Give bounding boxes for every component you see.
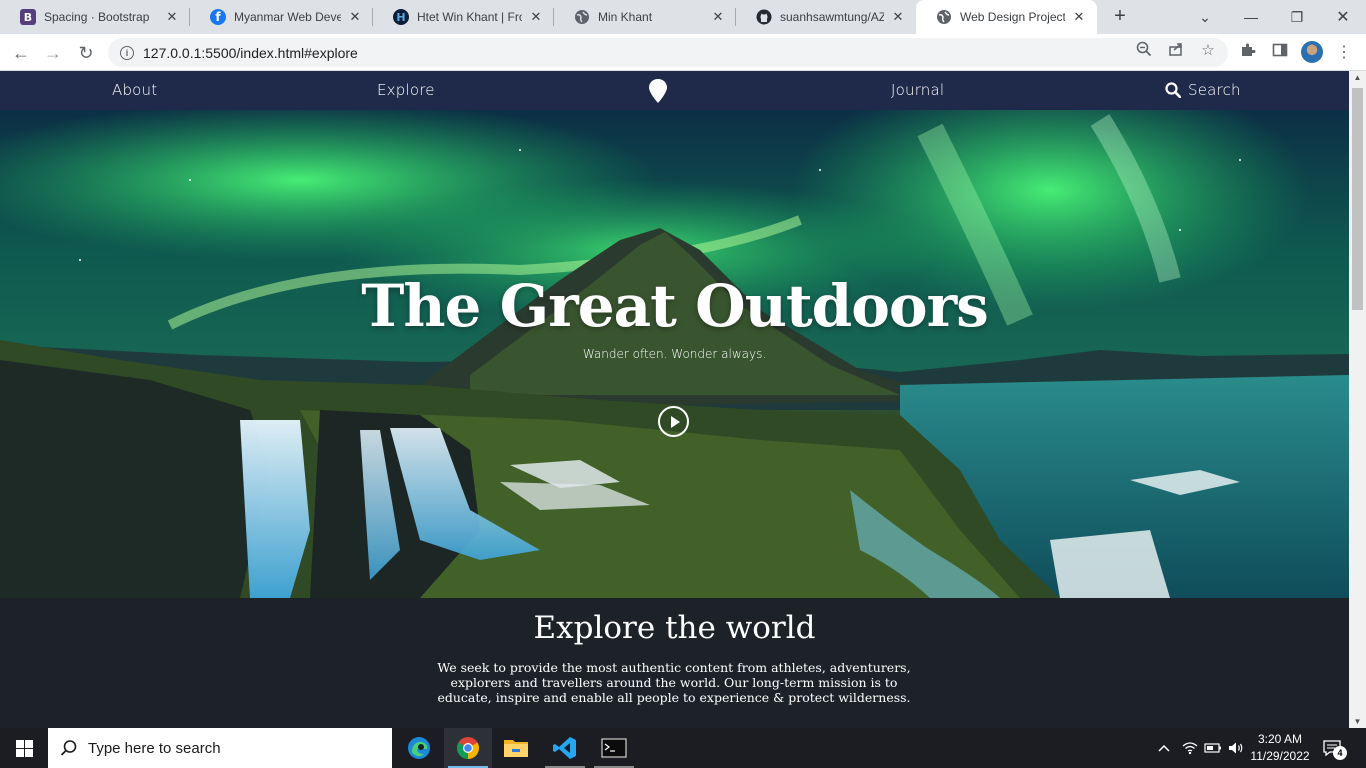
taskbar-search-placeholder: Type here to search: [88, 739, 221, 757]
url-text: 127.0.0.1:5500/index.html#explore: [143, 44, 358, 61]
bookmark-star-icon[interactable]: ☆: [1198, 41, 1218, 61]
close-icon[interactable]: ✕: [164, 9, 180, 25]
volume-icon[interactable]: [1226, 728, 1246, 768]
play-icon: [670, 415, 680, 428]
tab-title: suanhsawmtung/AZ-N: [780, 10, 884, 24]
clock-time: 3:20 AM: [1257, 732, 1303, 746]
portfolio-icon: H: [393, 9, 409, 25]
notification-count-badge: 4: [1333, 746, 1347, 760]
globe-icon: [936, 9, 952, 25]
globe-icon: [574, 9, 590, 25]
edge-app-icon[interactable]: [395, 728, 443, 768]
close-icon[interactable]: ✕: [347, 9, 363, 25]
battery-icon[interactable]: [1203, 728, 1223, 768]
github-icon: [756, 9, 772, 25]
new-tab-button[interactable]: +: [1108, 4, 1132, 28]
tab-myanmar-web[interactable]: f Myanmar Web Develo ✕: [190, 0, 373, 34]
tab-strip: B Spacing · Bootstrap ✕ f Myanmar Web De…: [0, 0, 1366, 34]
nav-link-about[interactable]: About: [112, 81, 157, 99]
nav-link-explore[interactable]: Explore: [377, 81, 435, 99]
file-explorer-app-icon[interactable]: [492, 728, 540, 768]
nav-link-search[interactable]: Search: [1188, 81, 1241, 99]
section-heading: Explore the world: [533, 610, 816, 646]
explore-section: Explore the world We seek to provide the…: [0, 598, 1349, 728]
tab-search-chevron-icon[interactable]: ⌄: [1182, 0, 1228, 34]
search-icon[interactable]: [1165, 82, 1181, 98]
share-icon[interactable]: [1166, 41, 1186, 61]
vscode-app-icon[interactable]: [541, 728, 589, 768]
terminal-app-icon[interactable]: [590, 728, 638, 768]
tab-github[interactable]: suanhsawmtung/AZ-N ✕: [736, 0, 916, 34]
close-window-button[interactable]: ✕: [1320, 0, 1366, 34]
tab-htet-win-khant[interactable]: H Htet Win Khant | Front ✕: [373, 0, 554, 34]
tab-title: Spacing · Bootstrap: [44, 10, 150, 24]
browser-toolbar: ← → ↻ i 127.0.0.1:5500/index.html#explor…: [0, 34, 1366, 71]
nav-link-journal[interactable]: Journal: [891, 81, 944, 99]
forward-button[interactable]: →: [40, 40, 66, 66]
windows-taskbar: Type here to search 3:20 AM 11/29/2022 4: [0, 728, 1366, 768]
bootstrap-icon: B: [20, 9, 36, 25]
close-icon[interactable]: ✕: [710, 9, 726, 25]
web-page: About Explore Journal Search The Great O…: [0, 71, 1349, 728]
tab-title: Htet Win Khant | Front: [417, 10, 522, 24]
reload-button[interactable]: ↻: [73, 40, 99, 66]
close-icon[interactable]: ✕: [1071, 9, 1087, 25]
scrollbar-thumb[interactable]: [1352, 88, 1363, 310]
tray-chevron-up-icon[interactable]: [1154, 728, 1174, 768]
chrome-app-icon[interactable]: [444, 728, 492, 768]
extensions-puzzle-icon[interactable]: [1237, 42, 1259, 64]
windows-logo-icon: [15, 739, 33, 757]
hero-banner: The Great Outdoors Wander often. Wonder …: [0, 110, 1349, 598]
hero-subtitle: Wander often. Wonder always.: [582, 347, 767, 361]
play-video-button[interactable]: [658, 406, 689, 437]
section-body: We seek to provide the most authentic co…: [437, 660, 911, 705]
tab-spacing-bootstrap[interactable]: B Spacing · Bootstrap ✕: [0, 0, 190, 34]
system-clock[interactable]: 3:20 AM 11/29/2022: [1245, 731, 1315, 765]
start-button[interactable]: [0, 728, 48, 768]
scroll-up-arrow-icon[interactable]: ▲: [1353, 73, 1362, 82]
tab-web-design-project[interactable]: Web Design Project ✕: [916, 0, 1097, 34]
page-scrollbar[interactable]: ▲ ▼: [1349, 71, 1366, 728]
location-pin-icon[interactable]: [648, 78, 668, 104]
close-icon[interactable]: ✕: [890, 9, 906, 25]
facebook-icon: f: [210, 9, 226, 25]
tab-title: Web Design Project: [960, 10, 1065, 24]
restore-button[interactable]: ❐: [1274, 0, 1320, 34]
taskbar-search-box[interactable]: Type here to search: [48, 728, 392, 768]
search-icon: [60, 740, 77, 756]
wifi-icon[interactable]: [1180, 728, 1200, 768]
site-info-icon[interactable]: i: [120, 45, 134, 60]
profile-avatar[interactable]: [1301, 41, 1323, 63]
clock-date: 11/29/2022: [1250, 749, 1310, 763]
menu-kebab-icon[interactable]: ⋮: [1333, 42, 1355, 64]
side-panel-icon[interactable]: [1269, 42, 1291, 64]
address-bar[interactable]: i 127.0.0.1:5500/index.html#explore: [108, 38, 1228, 67]
hero-title: The Great Outdoors: [361, 272, 989, 340]
minimize-button[interactable]: —: [1228, 0, 1274, 34]
zoom-icon[interactable]: [1134, 41, 1154, 61]
close-icon[interactable]: ✕: [528, 9, 544, 25]
tab-min-khant[interactable]: Min Khant ✕: [554, 0, 736, 34]
tab-title: Min Khant: [598, 10, 653, 24]
back-button[interactable]: ←: [8, 40, 34, 66]
tab-title: Myanmar Web Develo: [234, 10, 341, 24]
scroll-down-arrow-icon[interactable]: ▼: [1353, 717, 1362, 726]
site-navbar: About Explore Journal Search: [0, 71, 1349, 110]
